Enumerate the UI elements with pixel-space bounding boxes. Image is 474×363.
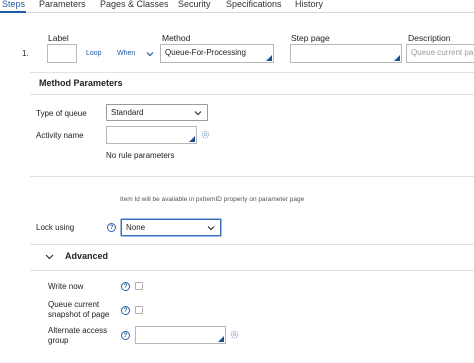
- loop-link[interactable]: Loop: [86, 50, 102, 57]
- question-circle-icon[interactable]: ?: [121, 331, 130, 340]
- column-header-description: Description: [408, 33, 451, 43]
- tab-history[interactable]: History: [295, 0, 323, 9]
- when-link[interactable]: When: [117, 50, 135, 57]
- activity-name-input[interactable]: [106, 126, 197, 144]
- queue-snapshot-checkbox[interactable]: [135, 306, 143, 314]
- queue-snapshot-label: Queue current: [48, 300, 100, 309]
- tab-pages-classes[interactable]: Pages & Classes: [100, 0, 169, 9]
- alternate-access-group-label: group: [48, 336, 69, 345]
- type-of-queue-label: Type of queue: [36, 109, 87, 118]
- tab-parameters[interactable]: Parameters: [39, 0, 86, 9]
- divider: [30, 176, 474, 177]
- autocomplete-corner-icon: [394, 55, 400, 61]
- step-page-input[interactable]: [290, 44, 402, 63]
- write-now-label: Write now: [48, 282, 84, 291]
- no-rule-parameters-text: No rule parameters: [106, 151, 175, 160]
- chevron-down-icon[interactable]: [45, 254, 54, 260]
- gear-icon[interactable]: [230, 330, 239, 339]
- autocomplete-corner-icon: [189, 136, 195, 142]
- method-input[interactable]: Queue-For-Processing: [160, 44, 274, 63]
- chevron-down-icon: [194, 111, 202, 116]
- question-circle-icon[interactable]: ?: [121, 282, 130, 291]
- alternate-access-group-label: Alternate access: [48, 326, 108, 335]
- type-of-queue-select[interactable]: Standard: [106, 104, 208, 121]
- tab-bar: Steps Parameters Pages & Classes Securit…: [0, 0, 474, 13]
- alternate-access-group-input[interactable]: [135, 326, 226, 344]
- item-id-note: Item Id will be available in pxItemID pr…: [120, 196, 305, 203]
- divider: [30, 270, 474, 271]
- lock-using-select[interactable]: None: [121, 219, 221, 236]
- divider: [30, 72, 474, 73]
- column-header-method: Method: [162, 33, 191, 43]
- tab-security[interactable]: Security: [178, 0, 211, 9]
- autocomplete-corner-icon: [266, 55, 272, 61]
- activity-name-label: Activity name: [36, 131, 84, 140]
- active-tab-indicator: [0, 11, 26, 13]
- divider: [30, 244, 474, 245]
- step-expand-chevron-icon[interactable]: [146, 51, 154, 57]
- description-input[interactable]: Queue current pa: [406, 44, 474, 63]
- column-header-step-page: Step page: [291, 33, 330, 43]
- tab-steps[interactable]: Steps: [2, 0, 25, 9]
- divider: [30, 94, 474, 95]
- write-now-checkbox[interactable]: [135, 282, 143, 290]
- step-number: 1.: [22, 49, 29, 58]
- column-header-label: Label: [48, 33, 69, 43]
- method-parameters-title: Method Parameters: [39, 78, 123, 88]
- gear-icon[interactable]: [201, 130, 210, 139]
- chevron-down-icon: [207, 226, 215, 231]
- autocomplete-corner-icon: [218, 336, 224, 342]
- tab-specifications[interactable]: Specifications: [226, 0, 282, 9]
- question-circle-icon[interactable]: ?: [121, 306, 130, 315]
- advanced-section-title[interactable]: Advanced: [65, 251, 108, 261]
- step-label-input[interactable]: [47, 44, 77, 63]
- question-circle-icon[interactable]: ?: [107, 223, 116, 232]
- lock-using-label: Lock using: [36, 223, 75, 232]
- queue-snapshot-label: snapshot of page: [48, 310, 110, 319]
